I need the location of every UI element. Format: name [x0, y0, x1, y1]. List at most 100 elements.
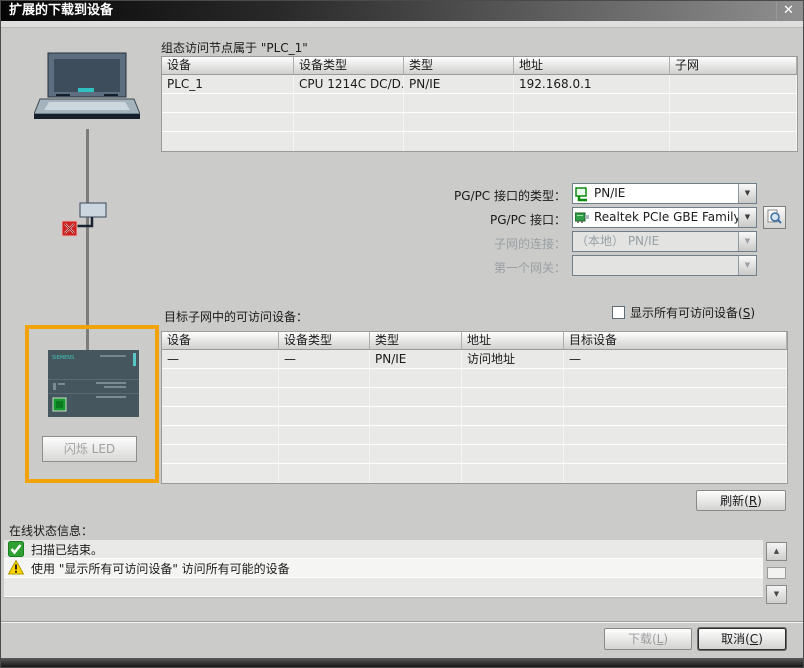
interface-type-label: PG/PC 接口的类型：: [431, 187, 566, 204]
table-cell: [370, 445, 462, 463]
table-cell: [564, 407, 787, 425]
table-cell: [162, 407, 279, 425]
table-cell: [564, 369, 787, 387]
table-row[interactable]: [162, 388, 787, 407]
refresh-button[interactable]: 刷新(R): [696, 490, 786, 511]
column-header: 类型: [370, 332, 462, 349]
table-cell: 192.168.0.1: [514, 75, 670, 93]
interface-select[interactable]: Realtek PCIe GBE Family C... ▼: [572, 207, 757, 228]
footer-divider: [1, 621, 803, 623]
download-to-device-dialog: 扩展的下载到设备 ✕ SIEMENS: [0, 0, 804, 668]
table-cell: [670, 75, 797, 93]
table-cell: CPU 1214C DC/D...: [294, 75, 404, 93]
table-cell: PN/IE: [370, 350, 462, 368]
column-header: 设备类型: [294, 57, 404, 74]
table-cell: [162, 132, 294, 151]
column-header: 子网: [670, 57, 797, 74]
status-text: 扫描已结束。: [31, 541, 103, 558]
interface-type-select[interactable]: PN/IE ▼: [572, 183, 757, 204]
browse-interface-button[interactable]: [763, 206, 786, 229]
table-cell: [462, 426, 564, 444]
interface-label: PG/PC 接口：: [431, 211, 566, 228]
table-cell: —: [162, 350, 279, 368]
dialog-titlebar[interactable]: 扩展的下载到设备 ✕: [1, 1, 803, 21]
table-row[interactable]: PLC_1CPU 1214C DC/D...PN/IE192.168.0.1: [162, 75, 797, 94]
status-text: 使用 "显示所有可访问设备" 访问所有可能的设备: [31, 560, 290, 577]
broken-connection-icon: [53, 199, 113, 247]
table-row[interactable]: [162, 426, 787, 445]
table-cell: [370, 369, 462, 387]
plc-device-image[interactable]: SIEMENS: [48, 350, 139, 420]
subnet-connection-select: （本地） PN/IE ▼: [572, 231, 757, 252]
table-row[interactable]: [162, 445, 787, 464]
chevron-down-icon[interactable]: ▼: [738, 208, 756, 227]
checkbox-box[interactable]: [612, 306, 625, 319]
table-cell: [279, 388, 370, 406]
table-cell: [462, 464, 564, 483]
table-cell: [162, 113, 294, 131]
chevron-down-icon: ▼: [738, 232, 756, 251]
status-row[interactable]: 使用 "显示所有可访问设备" 访问所有可能的设备: [4, 559, 763, 578]
chevron-down-icon[interactable]: ▼: [738, 184, 756, 203]
success-check-icon: [8, 541, 24, 557]
table-cell: [514, 113, 670, 131]
subnet-connection-value: （本地） PN/IE: [573, 232, 738, 251]
scroll-down-icon[interactable]: ▼: [766, 585, 787, 604]
show-all-devices-checkbox[interactable]: 显示所有可访问设备(S): [612, 304, 755, 321]
scrollbar-thumb[interactable]: [767, 567, 786, 579]
table-cell: [162, 426, 279, 444]
table-row[interactable]: [162, 464, 787, 483]
table-cell: [279, 407, 370, 425]
network-card-icon: [575, 211, 591, 225]
cancel-button[interactable]: 取消(C): [698, 628, 786, 650]
table-cell: [162, 369, 279, 387]
download-button[interactable]: 下载(L): [604, 628, 692, 650]
table-cell: [462, 445, 564, 463]
table-cell: PN/IE: [404, 75, 514, 93]
first-gateway-label: 第一个网关：: [431, 259, 566, 276]
scroll-up-icon[interactable]: ▲: [766, 542, 787, 561]
table-row[interactable]: [162, 132, 797, 151]
table-cell: [162, 94, 294, 112]
table-cell: [279, 445, 370, 463]
checkbox-label: 显示所有可访问设备(S): [630, 304, 755, 321]
first-gateway-select: ▼: [572, 255, 757, 276]
table-header-row: 设备设备类型类型地址目标设备: [162, 332, 787, 350]
table-row[interactable]: [162, 113, 797, 132]
table-cell: [514, 94, 670, 112]
column-header: 地址: [514, 57, 670, 74]
interface-value: Realtek PCIe GBE Family C...: [591, 208, 738, 227]
table-cell: [279, 464, 370, 483]
table-cell: [370, 426, 462, 444]
table-row[interactable]: ——PN/IE访问地址—: [162, 350, 787, 369]
window-bottom-edge: [1, 658, 803, 667]
dialog-title: 扩展的下载到设备: [9, 3, 113, 18]
magnifier-icon: [766, 209, 783, 226]
table-cell: 访问地址: [462, 350, 564, 368]
table-cell: [462, 388, 564, 406]
table-row[interactable]: [162, 94, 797, 113]
status-row[interactable]: 扫描已结束。: [4, 540, 763, 559]
table-cell: [404, 132, 514, 151]
table-cell: [514, 132, 670, 151]
table-cell: [162, 388, 279, 406]
table-cell: [294, 113, 404, 131]
online-status-label: 在线状态信息：: [9, 522, 93, 539]
table-cell: [404, 113, 514, 131]
status-row[interactable]: [4, 578, 763, 597]
table-row[interactable]: [162, 369, 787, 388]
table-cell: [462, 369, 564, 387]
titlebar-strip: [1, 21, 803, 28]
table-cell: [162, 445, 279, 463]
table-cell: [370, 407, 462, 425]
table-cell: [670, 132, 797, 151]
table-row[interactable]: [162, 407, 787, 426]
flash-led-button[interactable]: 闪烁 LED: [42, 436, 137, 462]
table-cell: [370, 464, 462, 483]
column-header: 设备: [162, 57, 294, 74]
configured-nodes-label: 组态访问节点属于 "PLC_1": [161, 39, 308, 56]
close-icon[interactable]: ✕: [776, 2, 800, 20]
table-cell: [564, 464, 787, 483]
table-cell: [670, 113, 797, 131]
table-cell: [279, 426, 370, 444]
